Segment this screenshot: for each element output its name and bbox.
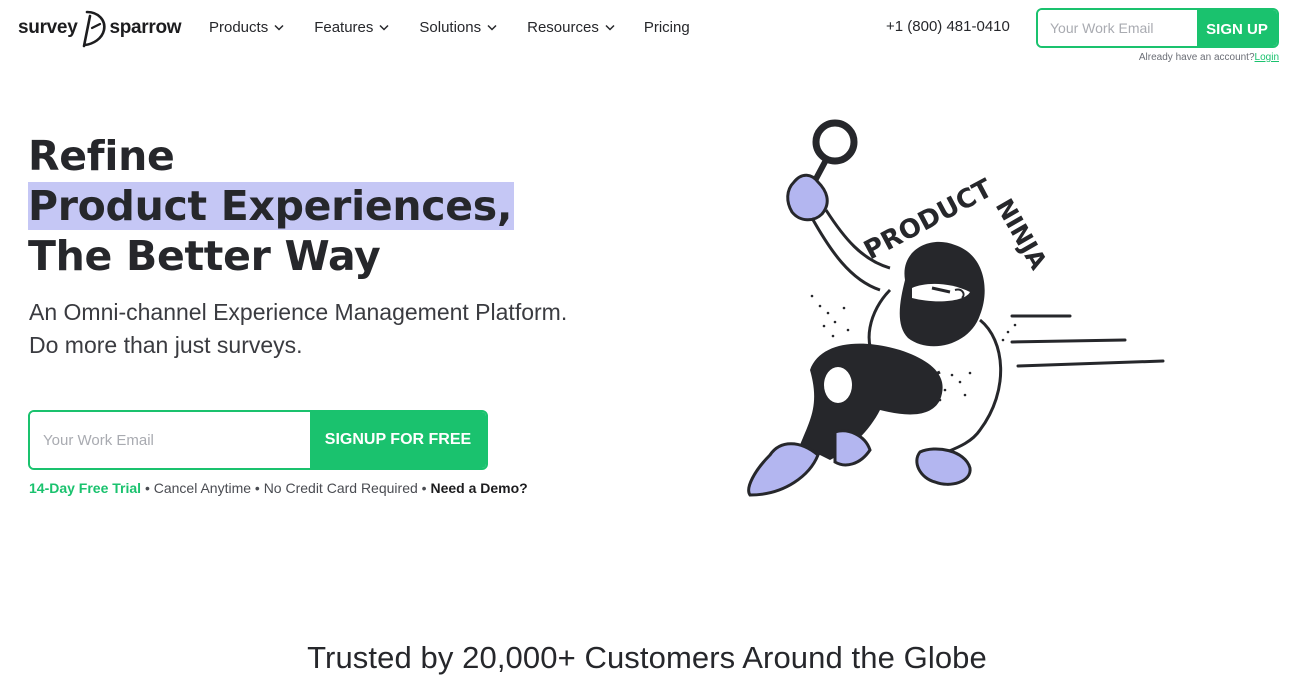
logo-text-sparrow: sparrow [109, 17, 182, 38]
hero-title-line-3: The Better Way [28, 232, 381, 280]
nav-pricing[interactable]: Pricing [644, 17, 690, 37]
hero-title-highlight: Product Experiences, [28, 182, 515, 230]
nav-solutions-label: Solutions [419, 18, 482, 36]
cancel-anytime-text: • Cancel Anytime • No Credit Card Requir… [141, 480, 431, 496]
main-nav: Products Features Solutions Resources Pr… [209, 17, 720, 37]
login-prompt: Already have an account?Login [1139, 52, 1279, 63]
header-email-input[interactable] [1038, 10, 1197, 46]
chevron-down-icon [605, 24, 615, 31]
trusted-heading: Trusted by 20,000+ Customers Around the … [307, 640, 987, 675]
nav-solutions[interactable]: Solutions [419, 17, 497, 37]
sparrow-logo-icon [83, 10, 107, 48]
nav-features[interactable]: Features [314, 17, 389, 37]
chevron-down-icon [487, 24, 497, 31]
logo-text-survey: survey [18, 17, 78, 38]
nav-products-label: Products [209, 18, 269, 36]
header-signup-button[interactable]: SIGN UP [1197, 10, 1277, 46]
nav-resources-label: Resources [527, 18, 599, 36]
hero-subtitle-line-2: Do more than just surveys. [29, 332, 303, 358]
signup-for-free-button[interactable]: SIGNUP FOR FREE [310, 412, 486, 468]
surveysparrow-logo[interactable]: survey sparrow [18, 6, 182, 50]
hero-signup-form: SIGNUP FOR FREE [28, 410, 488, 470]
login-link[interactable]: Login [1255, 52, 1279, 63]
ninja-text-ninja: NINJA [990, 194, 1053, 275]
chevron-down-icon [379, 24, 389, 31]
chevron-down-icon [274, 24, 284, 31]
need-demo-link[interactable]: Need a Demo? [430, 480, 527, 496]
nav-resources[interactable]: Resources [527, 17, 615, 37]
hero-title-line-1: Refine [28, 132, 175, 180]
nav-products[interactable]: Products [209, 17, 284, 37]
hero-title: Refine Product Experiences, The Better W… [28, 131, 515, 281]
nav-features-label: Features [314, 18, 374, 36]
hero-subtitle: An Omni-channel Experience Management Pl… [29, 296, 567, 362]
hero-meta-line: 14-Day Free Trial • Cancel Anytime • No … [29, 480, 528, 496]
nav-pricing-label: Pricing [643, 18, 690, 36]
hero-email-input[interactable] [30, 412, 310, 468]
already-have-account-text: Already have an account? [1138, 52, 1255, 63]
hero-subtitle-line-1: An Omni-channel Experience Management Pl… [29, 299, 568, 325]
product-ninja-illustration: PRODUCT NINJA [747, 119, 1165, 497]
header-signup-form: SIGN UP [1036, 8, 1279, 48]
free-trial-text: 14-Day Free Trial [29, 480, 142, 496]
phone-number[interactable]: +1 (800) 481-0410 [886, 18, 1010, 35]
